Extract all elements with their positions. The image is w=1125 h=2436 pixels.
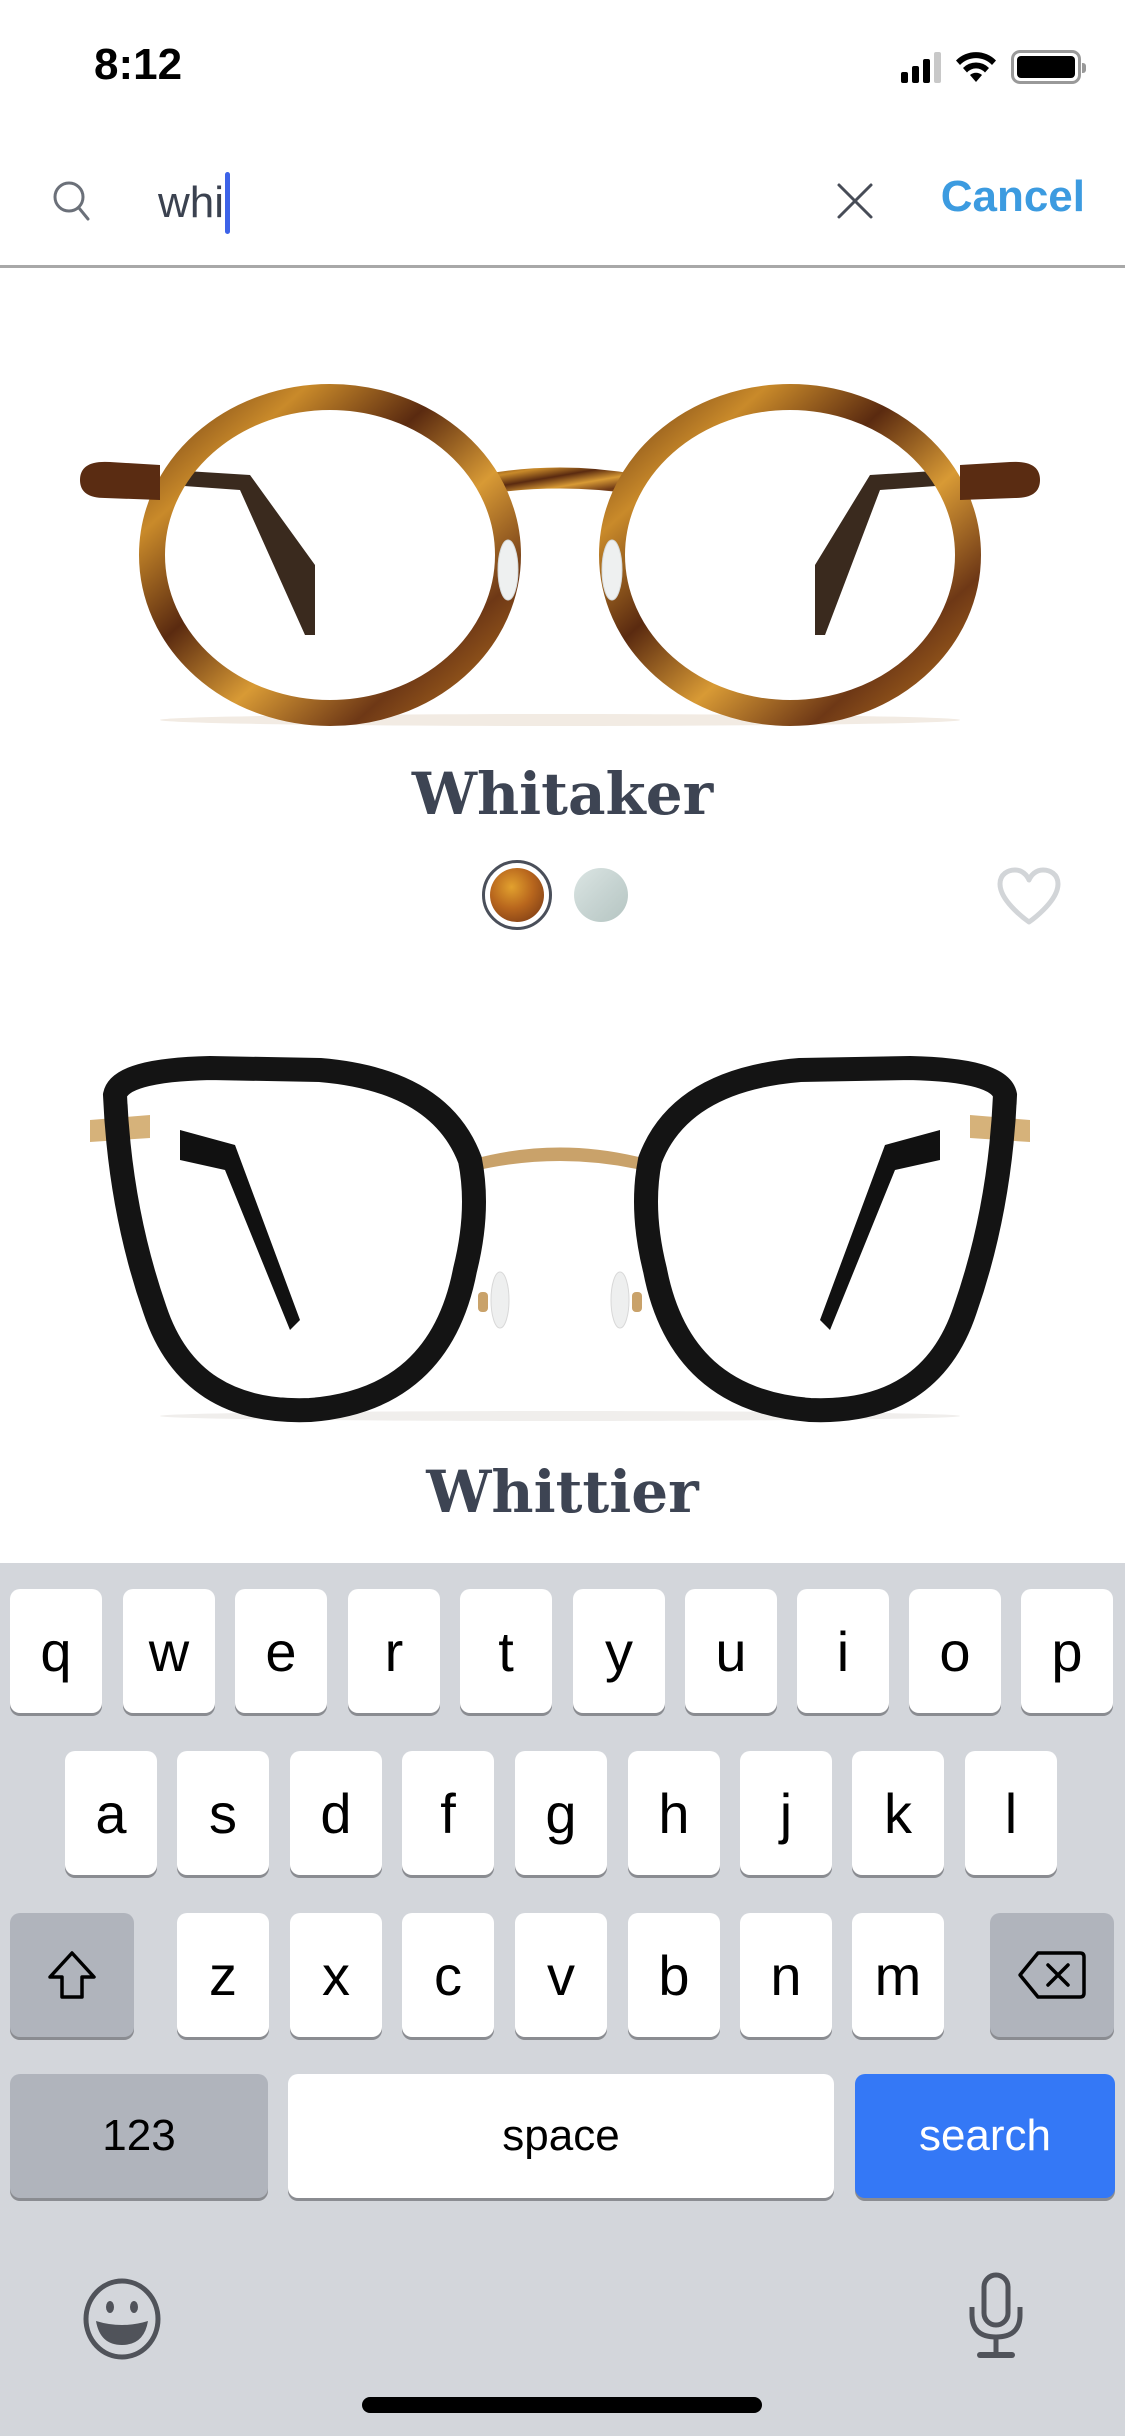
key-j[interactable]: j [740, 1751, 832, 1875]
key-s[interactable]: s [177, 1751, 269, 1875]
numbers-key[interactable]: 123 [10, 2074, 268, 2198]
key-n[interactable]: n [740, 1913, 832, 2037]
product-image-whittier[interactable] [60, 1020, 1060, 1460]
color-swatches [482, 860, 628, 930]
key-u[interactable]: u [685, 1589, 777, 1713]
key-x[interactable]: x [290, 1913, 382, 2037]
key-c[interactable]: c [402, 1913, 494, 2037]
emoji-icon[interactable] [82, 2277, 162, 2361]
key-p[interactable]: p [1021, 1589, 1113, 1713]
key-w[interactable]: w [123, 1589, 215, 1713]
key-m[interactable]: m [852, 1913, 944, 2037]
key-y[interactable]: y [573, 1589, 665, 1713]
search-key[interactable]: search [855, 2074, 1115, 2198]
key-b[interactable]: b [628, 1913, 720, 2037]
key-o[interactable]: o [909, 1589, 1001, 1713]
key-i[interactable]: i [797, 1589, 889, 1713]
key-t[interactable]: t [460, 1589, 552, 1713]
clear-icon[interactable] [834, 180, 876, 222]
space-key[interactable]: space [288, 2074, 834, 2198]
heart-icon[interactable] [994, 866, 1064, 928]
swatch-tortoise [490, 868, 544, 922]
key-q[interactable]: q [10, 1589, 102, 1713]
shift-icon [48, 1951, 96, 1999]
search-icon [53, 181, 90, 221]
product-name[interactable]: Whitaker [0, 760, 1125, 828]
status-bar: 8:12 [0, 0, 1125, 132]
status-icons [901, 50, 1086, 84]
delete-key[interactable] [990, 1913, 1114, 2037]
product-name[interactable]: Whittier [0, 1458, 1125, 1526]
search-query: whi [158, 178, 225, 227]
wifi-icon [956, 52, 996, 82]
key-r[interactable]: r [348, 1589, 440, 1713]
swatch-tortoise-selected[interactable] [482, 860, 552, 930]
key-h[interactable]: h [628, 1751, 720, 1875]
microphone-icon[interactable] [966, 2271, 1026, 2361]
key-g[interactable]: g [515, 1751, 607, 1875]
swatch-clear-crystal[interactable] [574, 868, 628, 922]
product-image-whitaker[interactable] [60, 300, 1060, 740]
cancel-button[interactable]: Cancel [941, 172, 1085, 222]
key-a[interactable]: a [65, 1751, 157, 1875]
key-f[interactable]: f [402, 1751, 494, 1875]
key-e[interactable]: e [235, 1589, 327, 1713]
keyboard: q w e r t y u i o p a s d f g h j k l z … [0, 1563, 1125, 2436]
key-l[interactable]: l [965, 1751, 1057, 1875]
search-bar: whi Cancel [0, 132, 1125, 268]
shift-key[interactable] [10, 1913, 134, 2037]
home-indicator[interactable] [362, 2397, 762, 2413]
cellular-signal-icon [901, 51, 941, 83]
search-input[interactable]: whi [158, 172, 231, 234]
key-d[interactable]: d [290, 1751, 382, 1875]
key-v[interactable]: v [515, 1913, 607, 2037]
key-z[interactable]: z [177, 1913, 269, 2037]
battery-icon [1011, 50, 1086, 84]
status-time: 8:12 [94, 40, 183, 89]
delete-icon [1018, 1951, 1086, 1999]
text-caret [225, 172, 231, 234]
key-k[interactable]: k [852, 1751, 944, 1875]
